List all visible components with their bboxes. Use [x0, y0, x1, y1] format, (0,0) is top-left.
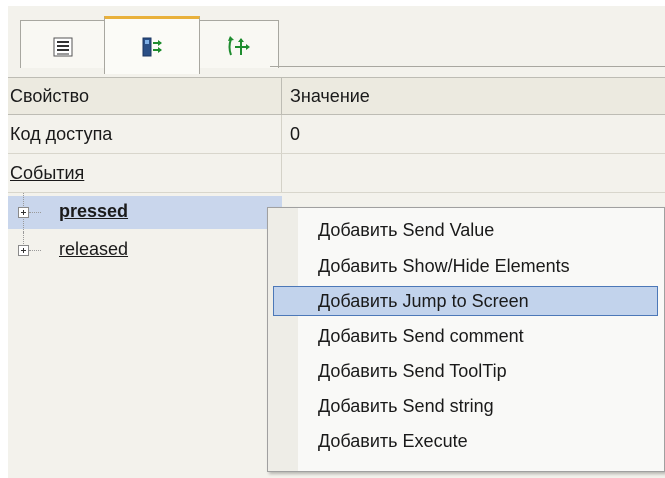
access-code-label: Код доступа: [8, 115, 282, 153]
event-released-label[interactable]: released: [59, 239, 128, 260]
move-arrows-icon: [228, 36, 250, 56]
header-property: Свойство: [8, 78, 282, 114]
property-row-access-code[interactable]: Код доступа 0: [8, 115, 665, 154]
menu-item-send-string[interactable]: Добавить Send string: [273, 391, 658, 421]
event-pressed-label[interactable]: pressed: [59, 201, 128, 222]
tab-properties-list[interactable]: [20, 20, 105, 73]
expand-icon[interactable]: [18, 245, 29, 256]
properties-window: Свойство Значение Код доступа 0 События …: [0, 0, 665, 478]
grid-header: Свойство Значение: [8, 77, 665, 115]
events-label[interactable]: События: [8, 154, 282, 192]
tab-bar: [8, 6, 665, 74]
context-menu: Добавить Send Value Добавить Show/Hide E…: [267, 207, 665, 472]
header-value: Значение: [290, 85, 370, 106]
list-icon: [53, 37, 72, 57]
tab-bar-baseline: [270, 66, 665, 67]
tab-events[interactable]: [104, 16, 200, 74]
property-row-events[interactable]: События: [8, 154, 665, 193]
menu-item-send-value[interactable]: Добавить Send Value: [273, 215, 658, 245]
menu-item-jump-to-screen[interactable]: Добавить Jump to Screen: [273, 286, 658, 316]
selection-highlight: [8, 196, 282, 229]
menu-item-execute[interactable]: Добавить Execute: [273, 426, 658, 456]
events-icon: [142, 37, 162, 56]
menu-item-send-comment[interactable]: Добавить Send comment: [273, 321, 658, 351]
menu-item-show-hide-elements[interactable]: Добавить Show/Hide Elements: [273, 251, 658, 281]
tab-move[interactable]: [199, 20, 279, 73]
events-value: [282, 154, 665, 192]
menu-item-send-tooltip[interactable]: Добавить Send ToolTip: [273, 356, 658, 386]
expand-icon[interactable]: [18, 207, 29, 218]
tree-branch: [29, 212, 41, 213]
access-code-value[interactable]: 0: [282, 115, 665, 153]
tree-branch: [29, 250, 41, 251]
